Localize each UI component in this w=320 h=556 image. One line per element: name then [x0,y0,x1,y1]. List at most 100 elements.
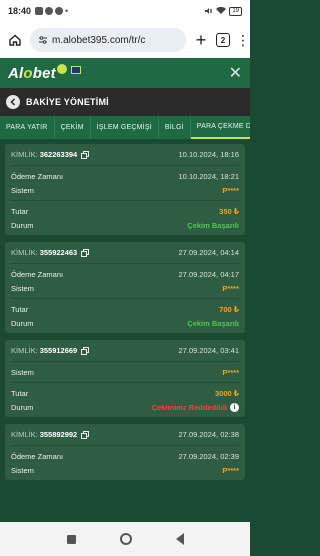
status-row: Durum Çekim Başarılı [11,316,239,330]
status-text: Çekiminiz Reddedildi [151,402,227,412]
amount-label: Tutar [11,388,29,398]
back-icon[interactable] [6,95,20,109]
system-value: P**** [222,367,239,377]
transaction-header: KİMLİK: 355892992 27.09.2024, 02:38 [11,424,239,446]
more-notifications-icon: • [65,6,69,16]
amount-label: Tutar [11,206,29,216]
amount-value: 700 ₺ [219,304,239,314]
info-icon[interactable]: i [230,402,239,412]
logo-suffix: bet [32,64,56,82]
transaction-list[interactable]: KİMLİK: 362263394 10.10.2024, 18:16 Ödem… [0,140,250,522]
notification-icons: • [35,6,68,16]
logo[interactable]: Alobet [8,65,56,82]
system-row: Sistem P**** [11,365,239,379]
amount-group: Tutar 3000 ₺ Durum Çekiminiz Reddedildi … [11,383,239,417]
status-label: Durum [11,402,34,412]
logo-badge-icon [56,64,67,74]
home-button-icon[interactable] [119,533,132,545]
tab-withdraw[interactable]: ÇEKİM [55,116,91,139]
browser-toolbar: m.alobet395.com/tr/c + 2 ⋮ [0,22,250,58]
system-value: P**** [222,185,239,195]
url-text: m.alobet395.com/tr/c [52,34,146,46]
created-date: 10.10.2024, 18:16 [178,150,239,159]
system-label: Sistem [11,465,34,475]
transaction-id: 362263394 [39,150,78,159]
transaction-header: KİMLİK: 355912669 27.09.2024, 03:41 [11,340,239,362]
app-header: Alobet ✕ [0,58,250,88]
detail-group: Sistem P**** [11,362,239,383]
status-value: Çekim Başarılı [187,220,239,230]
detail-group: Ödeme Zamanı 10.10.2024, 18:21 Sistem P*… [11,166,239,201]
created-date: 27.09.2024, 02:38 [178,430,239,439]
copy-icon[interactable] [81,430,90,439]
transaction-id: 355912669 [39,346,78,355]
payment-time-label: Ödeme Zamanı [11,171,64,181]
payment-time-value: 10.10.2024, 18:21 [178,171,239,181]
flag-icon [70,66,81,74]
amount-row: Tutar 350 ₺ [11,204,239,218]
payment-time-label: Ödeme Zamanı [11,451,64,461]
transaction-id: 355892992 [39,430,78,439]
system-row: Sistem P**** [11,183,239,197]
status-time: 18:40 [8,6,32,16]
amount-group: Tutar 350 ₺ Durum Çekim Başarılı [11,201,239,235]
section-header: BAKİYE YÖNETİMİ [0,88,250,116]
transaction-header: KİMLİK: 355922463 27.09.2024, 04:14 [11,242,239,264]
amount-row: Tutar 700 ₺ [11,302,239,316]
amount-label: Tutar [11,304,29,314]
system-status: 19 [204,6,242,16]
message-icon [35,7,44,15]
browser-menu-icon[interactable]: ⋮ [236,33,250,47]
recents-icon[interactable] [66,534,76,544]
detail-group: Ödeme Zamanı 27.09.2024, 04:17 Sistem P*… [11,264,239,299]
id-label: KİMLİK: [11,430,38,439]
id-label: KİMLİK: [11,346,38,355]
app-notification-icon [45,7,54,15]
new-tab-icon[interactable]: + [192,30,210,51]
close-icon[interactable]: ✕ [229,63,242,83]
transaction-card: KİMLİK: 355912669 27.09.2024, 03:41 Sist… [5,340,245,417]
vpn-icon [55,7,64,15]
amount-value: 350 ₺ [219,206,239,216]
payment-time-value: 27.09.2024, 02:39 [178,451,239,461]
wifi-icon [216,7,227,14]
amount-row: Tutar 3000 ₺ [11,386,239,400]
tab-deposit[interactable]: PARA YATIR [0,116,55,139]
battery-icon: 19 [229,6,242,16]
copy-icon[interactable] [81,150,90,159]
payment-time-value: 27.09.2024, 04:17 [178,269,239,279]
payment-time-row: Ödeme Zamanı 27.09.2024, 02:39 [11,449,239,463]
amount-value: 3000 ₺ [215,388,239,398]
transaction-header: KİMLİK: 362263394 10.10.2024, 18:16 [11,144,239,166]
system-row: Sistem P**** [11,281,239,295]
system-label: Sistem [11,185,34,195]
logo-o: o [23,64,33,82]
tab-history[interactable]: İŞLEM GEÇMİŞİ [91,116,159,139]
logo-prefix: Al [8,64,24,82]
tab-withdraw-status[interactable]: PARA ÇEKME DU [190,116,250,139]
address-bar[interactable]: m.alobet395.com/tr/c [30,28,186,52]
system-value: P**** [222,465,239,475]
tab-bar: PARA YATIR ÇEKİM İŞLEM GEÇMİŞİ BİLGİ PAR… [0,116,250,140]
tab-switcher-button[interactable]: 2 [216,33,230,47]
status-bar: 18:40 • 19 [0,0,250,22]
transaction-card: KİMLİK: 362263394 10.10.2024, 18:16 Ödem… [5,144,245,235]
created-date: 27.09.2024, 03:41 [178,346,239,355]
tab-info[interactable]: BİLGİ [159,116,191,139]
copy-icon[interactable] [81,346,90,355]
system-label: Sistem [11,283,34,293]
mute-icon [205,8,213,14]
status-label: Durum [11,220,34,230]
back-triangle-icon[interactable] [175,533,184,545]
id-label: KİMLİK: [11,150,38,159]
site-settings-icon[interactable] [38,35,48,45]
copy-icon[interactable] [81,248,90,257]
transaction-card: KİMLİK: 355892992 27.09.2024, 02:38 Ödem… [5,424,245,480]
status-row: Durum Çekiminiz Reddedildi i [11,400,239,414]
payment-time-row: Ödeme Zamanı 27.09.2024, 04:17 [11,267,239,281]
home-icon[interactable] [6,31,24,49]
system-value: P**** [222,283,239,293]
amount-group: Tutar 700 ₺ Durum Çekim Başarılı [11,299,239,333]
payment-time-row: Ödeme Zamanı 10.10.2024, 18:21 [11,169,239,183]
system-label: Sistem [11,367,34,377]
